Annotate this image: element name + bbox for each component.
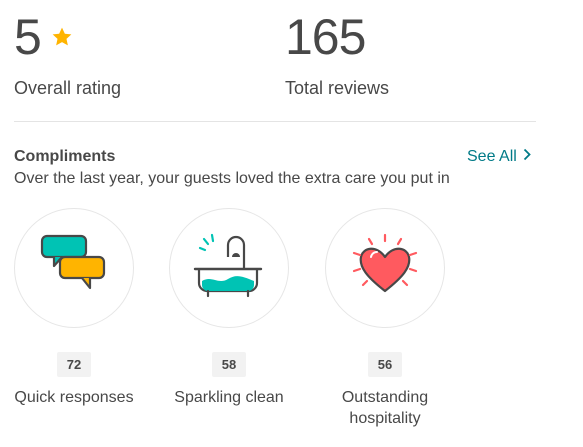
rating-value: 5 bbox=[14, 9, 42, 65]
compliment-label: Outstanding hospitality bbox=[341, 389, 429, 427]
compliment-count: 56 bbox=[368, 352, 402, 377]
compliment-label: Quick responses bbox=[14, 389, 134, 406]
compliment-icon-circle bbox=[169, 208, 289, 328]
compliments-title: Compliments bbox=[14, 148, 116, 165]
compliment-count: 72 bbox=[57, 352, 91, 377]
bathtub-icon bbox=[192, 233, 266, 304]
compliment-card-sparkling-clean[interactable]: 58 Sparkling clean bbox=[169, 208, 289, 408]
compliment-label: Sparkling clean bbox=[174, 389, 284, 406]
rating-label: Overall rating bbox=[14, 78, 122, 98]
reviews-label: Total reviews bbox=[285, 78, 390, 98]
heart-icon bbox=[349, 233, 421, 304]
chevron-right-icon bbox=[523, 148, 532, 166]
star-icon bbox=[51, 26, 73, 53]
reviews-value: 165 bbox=[285, 9, 366, 65]
compliment-icon-circle bbox=[325, 208, 445, 328]
compliment-icon-circle bbox=[14, 208, 134, 328]
overall-rating: 5 Overall rating bbox=[14, 10, 121, 99]
compliment-card-outstanding-hospitality[interactable]: 56 Outstanding hospitality bbox=[325, 208, 445, 429]
see-all-link[interactable]: See All bbox=[467, 148, 532, 166]
chat-bubbles-icon bbox=[39, 233, 109, 304]
divider bbox=[14, 121, 536, 122]
see-all-label: See All bbox=[467, 148, 517, 165]
compliments-subtitle: Over the last year, your guests loved th… bbox=[14, 170, 450, 187]
compliment-count: 58 bbox=[212, 352, 246, 377]
compliment-card-quick-responses[interactable]: 72 Quick responses bbox=[14, 208, 134, 408]
total-reviews: 165 Total reviews bbox=[285, 10, 389, 99]
